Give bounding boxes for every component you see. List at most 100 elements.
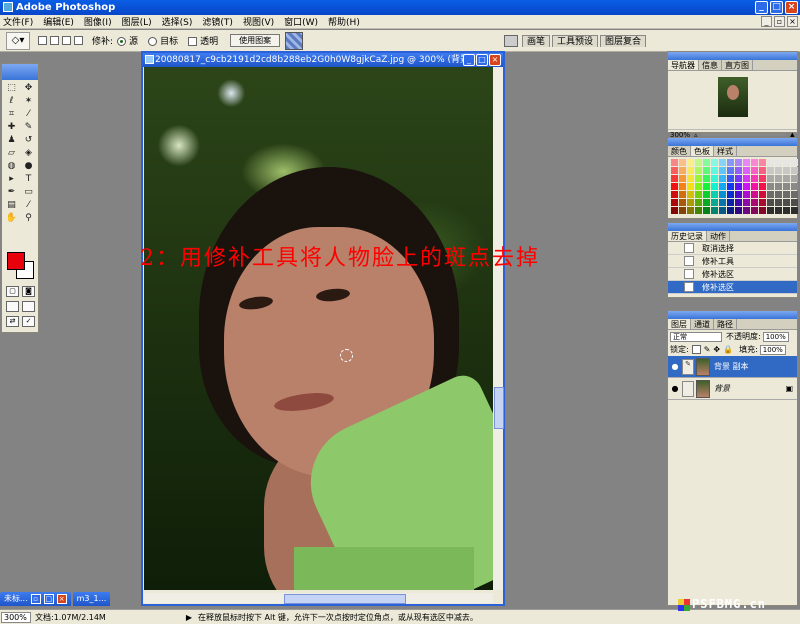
- new-selection-icon[interactable]: [38, 35, 47, 45]
- patch-selection-marquee[interactable]: [340, 349, 353, 362]
- swatch-cell[interactable]: [711, 199, 718, 206]
- eyedropper-tool-icon[interactable]: ⁄: [21, 200, 36, 211]
- zoom-tool-icon[interactable]: ⚲: [21, 213, 36, 224]
- swatch-cell[interactable]: [791, 175, 798, 182]
- swatch-cell[interactable]: [743, 199, 750, 206]
- swatch-cell[interactable]: [727, 159, 734, 166]
- swatch-cell[interactable]: [679, 159, 686, 166]
- swatch-cell[interactable]: [783, 191, 790, 198]
- swatch-cell[interactable]: [767, 183, 774, 190]
- swatch-cell[interactable]: [671, 191, 678, 198]
- swatch-cell[interactable]: [711, 191, 718, 198]
- horizontal-scrollbar[interactable]: [144, 593, 493, 604]
- swatch-cell[interactable]: [687, 191, 694, 198]
- swatch-cell[interactable]: [759, 191, 766, 198]
- swatch-cell[interactable]: [783, 199, 790, 206]
- menu-help[interactable]: 帮助(H): [328, 15, 360, 28]
- swatch-cell[interactable]: [727, 167, 734, 174]
- paint-bucket-tool-icon[interactable]: ◈: [21, 148, 36, 159]
- swatch-cell[interactable]: [751, 199, 758, 206]
- swatch-cell[interactable]: [719, 191, 726, 198]
- swatch-cell[interactable]: [679, 199, 686, 206]
- document-close-button[interactable]: ×: [489, 54, 501, 66]
- lock-transparency-icon[interactable]: [691, 345, 701, 354]
- swatch-cell[interactable]: [671, 199, 678, 206]
- opacity-input[interactable]: 100%: [762, 331, 789, 342]
- swatch-cell[interactable]: [767, 167, 774, 174]
- swatch-cell[interactable]: [703, 191, 710, 198]
- swatch-cell[interactable]: [775, 199, 782, 206]
- lock-pixels-icon[interactable]: ✎: [704, 345, 711, 354]
- swatch-cell[interactable]: [767, 159, 774, 166]
- swatch-cell[interactable]: [711, 183, 718, 190]
- swatch-cell[interactable]: [727, 207, 734, 214]
- subtract-selection-icon[interactable]: [62, 35, 71, 45]
- swatch-cell[interactable]: [751, 183, 758, 190]
- screen-mode-standard-icon[interactable]: [6, 301, 19, 312]
- move-tool-icon[interactable]: ✥: [21, 83, 36, 94]
- marquee-tool-icon[interactable]: ⬚: [4, 83, 19, 94]
- document-titlebar[interactable]: 20080817_c9cb2191d2cd8b288eb2G0h0W8gjkCa…: [143, 53, 503, 67]
- healing-brush-tool-icon[interactable]: ✚: [4, 122, 19, 133]
- pattern-picker[interactable]: [285, 31, 304, 50]
- visibility-eye-icon[interactable]: ●: [668, 384, 682, 393]
- close-icon[interactable]: ×: [56, 594, 67, 604]
- add-selection-icon[interactable]: [50, 35, 59, 45]
- layers-panel-header[interactable]: [668, 311, 797, 319]
- dodge-tool-icon[interactable]: ●: [21, 161, 36, 172]
- swatch-cell[interactable]: [703, 199, 710, 206]
- swatch-cell[interactable]: [727, 199, 734, 206]
- swatch-cell[interactable]: [775, 159, 782, 166]
- swatch-cell[interactable]: [743, 191, 750, 198]
- tab-layer-comps[interactable]: 图层复合: [600, 35, 647, 47]
- swatch-cell[interactable]: [719, 183, 726, 190]
- blur-tool-icon[interactable]: ◍: [4, 161, 19, 172]
- swatch-cell[interactable]: [775, 183, 782, 190]
- transparent-checkbox[interactable]: 透明: [188, 34, 218, 47]
- tab-color[interactable]: 颜色: [668, 146, 691, 156]
- swatch-cell[interactable]: [679, 207, 686, 214]
- menu-view[interactable]: 视图(V): [243, 15, 274, 28]
- jump-to-imageready-icon[interactable]: ⇄: [6, 316, 19, 327]
- canvas-photo[interactable]: [144, 67, 493, 590]
- navigator-thumbnail[interactable]: [717, 77, 748, 117]
- swatch-cell[interactable]: [719, 167, 726, 174]
- layer-row[interactable]: ● 背景 ▣: [668, 378, 797, 400]
- clone-stamp-tool-icon[interactable]: ♟: [4, 135, 19, 146]
- swatch-cell[interactable]: [695, 191, 702, 198]
- swatch-cell[interactable]: [791, 207, 798, 214]
- swatch-cell[interactable]: [711, 207, 718, 214]
- swatch-cell[interactable]: [687, 207, 694, 214]
- tab-brushes[interactable]: 画笔: [522, 35, 551, 47]
- history-item[interactable]: 修补工具: [668, 255, 797, 268]
- minimized-doc[interactable]: m3_1...: [72, 592, 111, 606]
- swatch-cell[interactable]: [703, 159, 710, 166]
- history-item-selected[interactable]: 修补选区: [668, 281, 797, 294]
- history-item[interactable]: 修补选区: [668, 268, 797, 281]
- patch-tool-preset-icon[interactable]: ◇▾: [6, 31, 30, 50]
- document-maximize-button[interactable]: □: [476, 54, 488, 66]
- swatch-cell[interactable]: [791, 159, 798, 166]
- swatch-cell[interactable]: [687, 183, 694, 190]
- menu-window[interactable]: 窗口(W): [284, 15, 318, 28]
- target-radio[interactable]: 目标: [148, 34, 178, 47]
- swatch-cell[interactable]: [743, 175, 750, 182]
- swatch-cell[interactable]: [735, 159, 742, 166]
- swatch-cell[interactable]: [695, 207, 702, 214]
- swatch-cell[interactable]: [783, 159, 790, 166]
- restore-icon[interactable]: ▫: [30, 594, 41, 604]
- swatch-cell[interactable]: [775, 207, 782, 214]
- pen-tool-icon[interactable]: ✒: [4, 187, 19, 198]
- swatch-cell[interactable]: [711, 159, 718, 166]
- tab-info[interactable]: 信息: [699, 60, 722, 70]
- swatch-cell[interactable]: [743, 207, 750, 214]
- menu-image[interactable]: 图像(I): [84, 15, 112, 28]
- swatch-cell[interactable]: [783, 167, 790, 174]
- document-minimize-button[interactable]: _: [463, 54, 475, 66]
- swatch-cell[interactable]: [759, 207, 766, 214]
- notes-tool-icon[interactable]: ▤: [4, 200, 19, 211]
- intersect-selection-icon[interactable]: [74, 35, 83, 45]
- swatch-cell[interactable]: [751, 167, 758, 174]
- swatch-cell[interactable]: [791, 199, 798, 206]
- swatch-cell[interactable]: [727, 175, 734, 182]
